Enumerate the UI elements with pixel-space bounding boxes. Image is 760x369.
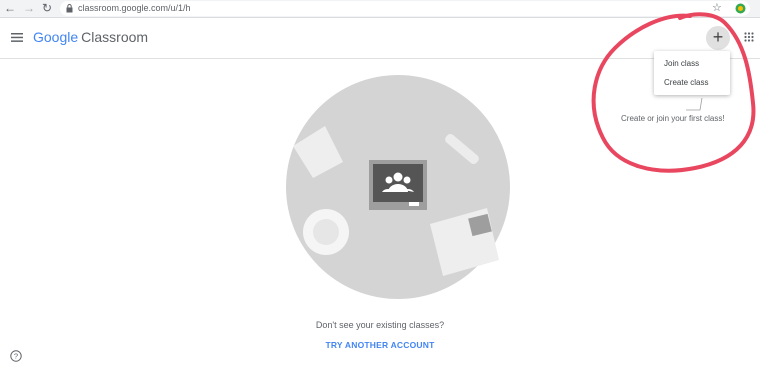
forward-icon[interactable]: → (23, 0, 35, 17)
missing-classes-text: Don't see your existing classes? (315, 320, 445, 330)
hamburger-menu-icon[interactable] (11, 33, 23, 42)
url-text[interactable]: classroom.google.com/u/1/h (78, 1, 191, 16)
reload-icon[interactable]: ↻ (42, 0, 52, 17)
back-icon[interactable]: ← (4, 0, 16, 17)
try-another-account-link[interactable]: TRY ANOTHER ACCOUNT (0, 340, 760, 350)
empty-state-illustration (286, 75, 510, 299)
google-classroom-logo[interactable]: Google Classroom (33, 28, 148, 46)
logo-product-text: Classroom (81, 29, 149, 45)
svg-text:?: ? (14, 352, 18, 361)
logo-google-text: Google (33, 29, 79, 45)
help-icon[interactable]: ? (10, 350, 22, 362)
annotation-circle (591, 12, 756, 173)
lock-icon (66, 4, 73, 13)
